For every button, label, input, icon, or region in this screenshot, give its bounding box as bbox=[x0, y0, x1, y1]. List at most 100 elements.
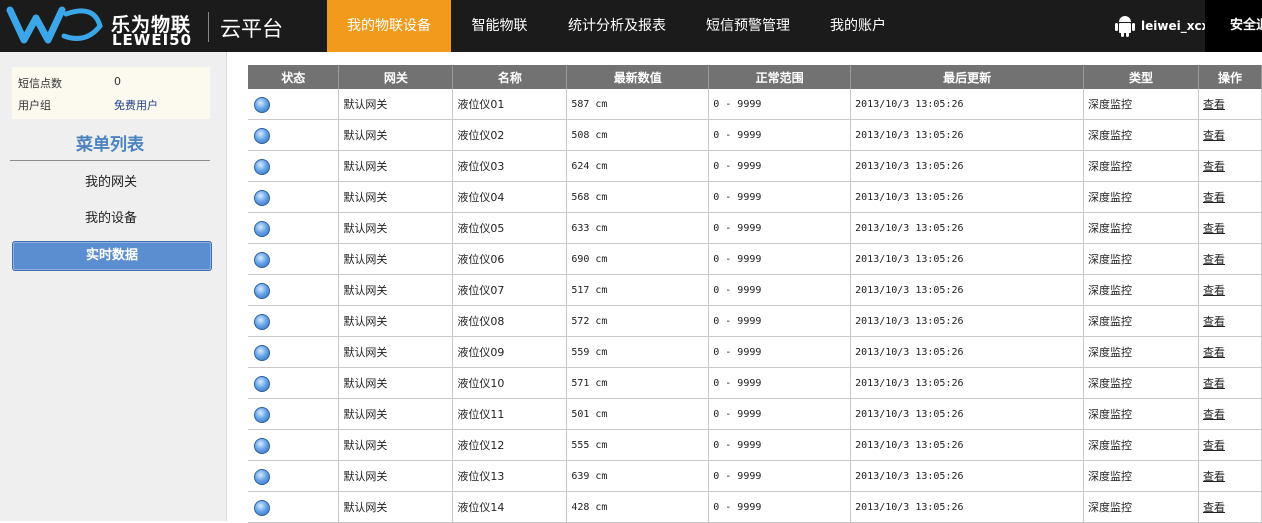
gateway-cell: 默认网关 bbox=[338, 305, 454, 337]
gateway-cell: 默认网关 bbox=[338, 119, 454, 151]
table-row: 默认网关 液位仪03 624 cm 0 - 9999 2013/10/3 13:05:2… bbox=[248, 150, 1262, 182]
type-cell: 深度监控 bbox=[1083, 460, 1199, 492]
status-online-icon bbox=[254, 158, 270, 175]
nav-my-account[interactable]: 我的账户 bbox=[810, 0, 906, 52]
gateway-cell: 默认网关 bbox=[338, 336, 454, 368]
gateway-cell: 默认网关 bbox=[338, 243, 454, 275]
gateway-cell: 默认网关 bbox=[338, 150, 454, 182]
last-update-cell: 2013/10/3 13:05:26 bbox=[850, 150, 1085, 182]
user-group-label: 用户组 bbox=[18, 99, 51, 112]
normal-range-cell: 0 - 9999 bbox=[708, 398, 852, 430]
col-name: 名称 bbox=[452, 65, 568, 89]
latest-value-cell: 639 cm bbox=[566, 460, 710, 492]
status-online-icon bbox=[254, 468, 270, 485]
top-bar: 乐为物联 LEWEI50 云平台 我的物联设备 智能物联 统计分析及报表 短信预… bbox=[0, 0, 1262, 52]
view-link[interactable]: 查看 bbox=[1198, 119, 1262, 151]
table-row: 默认网关 液位仪11 501 cm 0 - 9999 2013/10/3 13:05:2… bbox=[248, 398, 1262, 430]
nav-sms-alert[interactable]: 短信预警管理 bbox=[686, 0, 810, 52]
last-update-cell: 2013/10/3 13:05:26 bbox=[850, 212, 1085, 244]
last-update-cell: 2013/10/3 13:05:26 bbox=[850, 305, 1085, 337]
sidebar-item-realtime-data[interactable]: 实时数据 bbox=[12, 241, 212, 271]
user-group-row: 用户组 免费用户 bbox=[18, 97, 158, 113]
normal-range-cell: 0 - 9999 bbox=[708, 150, 852, 182]
table-body: 默认网关 液位仪01 587 cm 0 - 9999 2013/10/3 13:05:2… bbox=[248, 89, 1262, 523]
view-link[interactable]: 查看 bbox=[1198, 398, 1262, 430]
user-group-value[interactable]: 免费用户 bbox=[114, 97, 158, 113]
view-link[interactable]: 查看 bbox=[1198, 305, 1262, 337]
view-link[interactable]: 查看 bbox=[1198, 181, 1262, 213]
last-update-cell: 2013/10/3 13:05:26 bbox=[850, 243, 1085, 275]
view-link[interactable]: 查看 bbox=[1198, 150, 1262, 182]
status-online-icon bbox=[254, 499, 270, 516]
view-link[interactable]: 查看 bbox=[1198, 336, 1262, 368]
normal-range-cell: 0 - 9999 bbox=[708, 212, 852, 244]
device-name-cell: 液位仪10 bbox=[452, 367, 568, 399]
device-name-cell: 液位仪05 bbox=[452, 212, 568, 244]
latest-value-cell: 571 cm bbox=[566, 367, 710, 399]
view-link[interactable]: 查看 bbox=[1198, 212, 1262, 244]
table-row: 默认网关 液位仪13 639 cm 0 - 9999 2013/10/3 13:05:2… bbox=[248, 460, 1262, 492]
sidebar-item-my-devices[interactable]: 我的设备 bbox=[12, 205, 210, 233]
view-link[interactable]: 查看 bbox=[1198, 460, 1262, 492]
latest-value-cell: 559 cm bbox=[566, 336, 710, 368]
table-header-row: 状态 网关 名称 最新数值 正常范围 最后更新 类型 操作 bbox=[248, 65, 1262, 89]
table-row: 默认网关 液位仪07 517 cm 0 - 9999 2013/10/3 13:05:2… bbox=[248, 274, 1262, 306]
type-cell: 深度监控 bbox=[1083, 274, 1199, 306]
type-cell: 深度监控 bbox=[1083, 398, 1199, 430]
status-online-icon bbox=[254, 375, 270, 392]
view-link[interactable]: 查看 bbox=[1198, 367, 1262, 399]
nav-statistics[interactable]: 统计分析及报表 bbox=[548, 0, 686, 52]
latest-value-cell: 690 cm bbox=[566, 243, 710, 275]
gateway-cell: 默认网关 bbox=[338, 429, 454, 461]
view-link[interactable]: 查看 bbox=[1198, 491, 1262, 523]
view-link[interactable]: 查看 bbox=[1198, 429, 1262, 461]
account-info-box: 短信点数 0 用户组 免费用户 bbox=[12, 67, 210, 119]
status-cell bbox=[248, 460, 340, 492]
type-cell: 深度监控 bbox=[1083, 367, 1199, 399]
main-nav: 我的物联设备 智能物联 统计分析及报表 短信预警管理 我的账户 bbox=[327, 0, 906, 52]
device-name-cell: 液位仪06 bbox=[452, 243, 568, 275]
type-cell: 深度监控 bbox=[1083, 305, 1199, 337]
table-row: 默认网关 液位仪12 555 cm 0 - 9999 2013/10/3 13:05:2… bbox=[248, 429, 1262, 461]
device-name-cell: 液位仪13 bbox=[452, 460, 568, 492]
gateway-cell: 默认网关 bbox=[338, 274, 454, 306]
data-table-container: 状态 网关 名称 最新数值 正常范围 最后更新 类型 操作 默认网关 液位仪01 5… bbox=[248, 65, 1262, 523]
normal-range-cell: 0 - 9999 bbox=[708, 89, 852, 120]
logout-button[interactable]: 安全退出 bbox=[1205, 0, 1262, 52]
nav-smart-iot[interactable]: 智能物联 bbox=[451, 0, 548, 52]
gateway-cell: 默认网关 bbox=[338, 367, 454, 399]
brand-logo[interactable]: 乐为物联 LEWEI50 bbox=[6, 4, 201, 49]
brand-name-en: LEWEI50 bbox=[112, 31, 193, 49]
platform-title: 云平台 bbox=[220, 17, 283, 41]
latest-value-cell: 568 cm bbox=[566, 181, 710, 213]
username[interactable]: leiwei_xcx bbox=[1141, 19, 1209, 33]
view-link[interactable]: 查看 bbox=[1198, 243, 1262, 275]
status-cell bbox=[248, 305, 340, 337]
table-row: 默认网关 液位仪05 633 cm 0 - 9999 2013/10/3 13:05:2… bbox=[248, 212, 1262, 244]
last-update-cell: 2013/10/3 13:05:26 bbox=[850, 398, 1085, 430]
device-name-cell: 液位仪02 bbox=[452, 119, 568, 151]
sms-points-value: 0 bbox=[114, 75, 121, 88]
normal-range-cell: 0 - 9999 bbox=[708, 336, 852, 368]
last-update-cell: 2013/10/3 13:05:26 bbox=[850, 429, 1085, 461]
status-cell bbox=[248, 367, 340, 399]
latest-value-cell: 517 cm bbox=[566, 274, 710, 306]
sidebar-item-my-gateways[interactable]: 我的网关 bbox=[12, 169, 210, 197]
type-cell: 深度监控 bbox=[1083, 336, 1199, 368]
latest-value-cell: 501 cm bbox=[566, 398, 710, 430]
gateway-cell: 默认网关 bbox=[338, 181, 454, 213]
table-row: 默认网关 液位仪01 587 cm 0 - 9999 2013/10/3 13:05:2… bbox=[248, 89, 1262, 120]
status-online-icon bbox=[254, 96, 270, 113]
type-cell: 深度监控 bbox=[1083, 491, 1199, 523]
device-name-cell: 液位仪08 bbox=[452, 305, 568, 337]
normal-range-cell: 0 - 9999 bbox=[708, 429, 852, 461]
gateway-cell: 默认网关 bbox=[338, 212, 454, 244]
view-link[interactable]: 查看 bbox=[1198, 274, 1262, 306]
device-name-cell: 液位仪03 bbox=[452, 150, 568, 182]
nav-my-devices[interactable]: 我的物联设备 bbox=[327, 0, 451, 52]
col-last-update: 最后更新 bbox=[850, 65, 1085, 89]
col-action: 操作 bbox=[1198, 65, 1262, 89]
view-link[interactable]: 查看 bbox=[1198, 89, 1262, 120]
status-online-icon bbox=[254, 251, 270, 268]
logo-divider bbox=[208, 12, 209, 42]
